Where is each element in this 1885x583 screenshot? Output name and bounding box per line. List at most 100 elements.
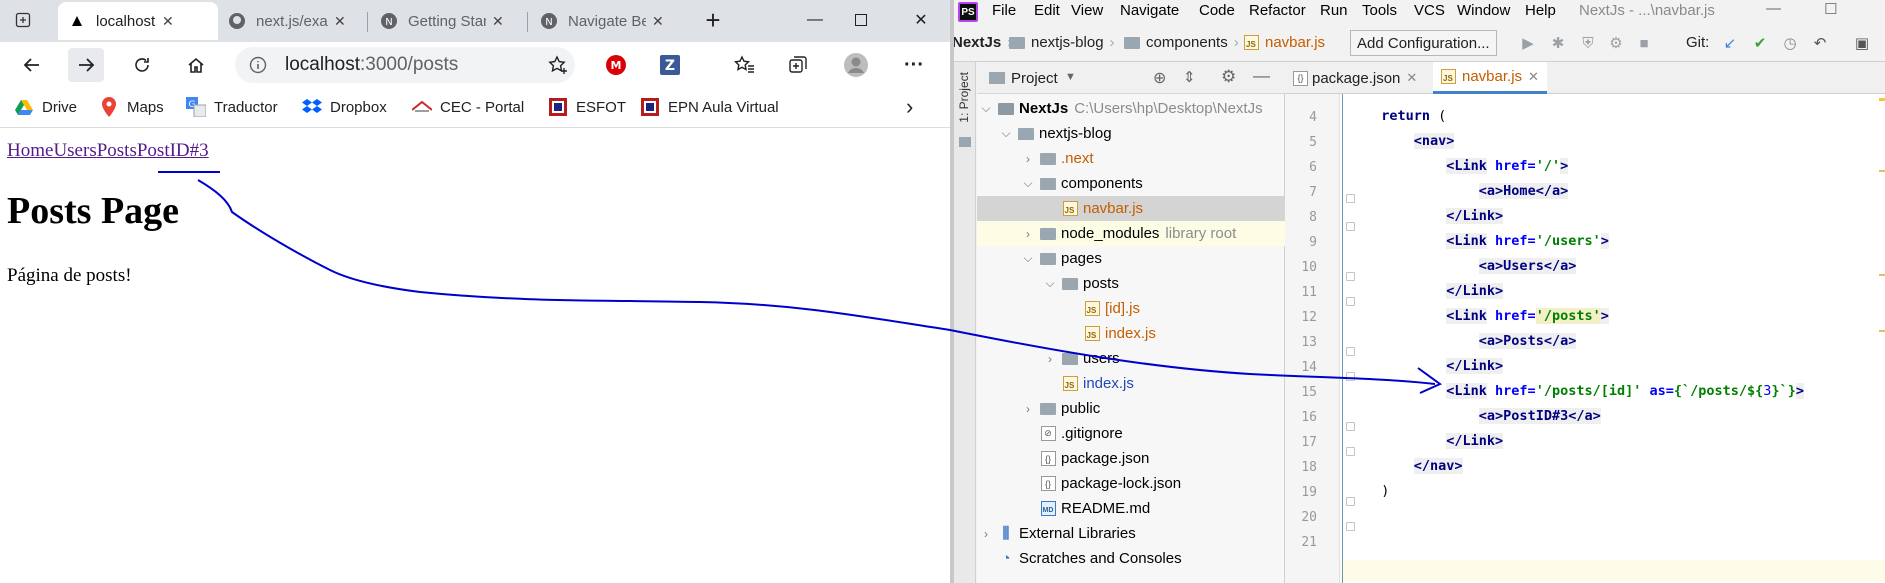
tree-item-posts-index-js[interactable]: JS index.js: [977, 321, 1285, 346]
fold-marker-icon[interactable]: [1346, 297, 1355, 306]
tree-item-navbar-js[interactable]: JS navbar.js: [977, 196, 1285, 221]
tree-item-package-json[interactable]: {} package.json: [977, 446, 1285, 471]
error-stripe-mark[interactable]: [1879, 330, 1885, 332]
home-button[interactable]: [178, 48, 214, 82]
nav-link-posts[interactable]: Posts: [97, 140, 137, 161]
mega-extension-button[interactable]: M: [598, 48, 634, 82]
menu-window[interactable]: Window: [1457, 2, 1510, 19]
zotero-extension-button[interactable]: Z: [652, 48, 688, 82]
menu-navigate[interactable]: Navigate: [1120, 2, 1179, 19]
chevron-down-icon[interactable]: ▼: [1065, 71, 1076, 83]
new-tab-button[interactable]: +: [690, 0, 736, 40]
hide-icon[interactable]: —: [1253, 66, 1270, 86]
menu-code[interactable]: Code: [1199, 2, 1235, 19]
code-editor[interactable]: {} package.json ✕ JS navbar.js ✕ return ( <n…: [1285, 62, 1885, 583]
tab-getting-started[interactable]: N Getting Started ✕: [370, 2, 528, 40]
nav-link-users[interactable]: Users: [53, 140, 96, 161]
fold-marker-icon[interactable]: [1346, 522, 1355, 531]
tree-item-scratches[interactable]: ◔ Scratches and Consoles: [977, 546, 1285, 571]
project-tool-button[interactable]: 1: Project: [957, 72, 971, 123]
run-icon[interactable]: ▶: [1518, 33, 1538, 53]
menu-edit[interactable]: Edit: [1034, 2, 1060, 19]
close-window-icon[interactable]: ✕: [898, 0, 944, 40]
fold-marker-icon[interactable]: [1346, 347, 1355, 356]
breadcrumb-nextjs-blog[interactable]: nextjs-blog ›: [1009, 34, 1115, 51]
bookmark-traductor[interactable]: G Traductor: [186, 97, 278, 117]
tree-item-gitignore[interactable]: ⊘ .gitignore: [977, 421, 1285, 446]
menu-view[interactable]: View: [1071, 2, 1103, 19]
tab-navigate-between-pages[interactable]: N Navigate Between Pages ✕: [530, 2, 688, 40]
breadcrumb-root[interactable]: NextJs›: [954, 34, 1012, 51]
bookmark-maps[interactable]: Maps: [99, 97, 164, 117]
collections-button[interactable]: [780, 48, 816, 82]
menu-help[interactable]: Help: [1525, 2, 1556, 19]
editor-tab-package-json[interactable]: {} package.json ✕: [1285, 62, 1425, 94]
tree-item-nextjs-blog[interactable]: ⌵ nextjs-blog: [977, 121, 1285, 146]
debug-icon[interactable]: ✱: [1548, 33, 1568, 53]
coverage-icon[interactable]: ⛨: [1578, 33, 1598, 53]
fold-marker-icon[interactable]: [1346, 222, 1355, 231]
minimize-icon[interactable]: —: [792, 0, 838, 40]
tree-item-nextjs[interactable]: ⌵ NextJs C:\Users\hp\Desktop\NextJs: [977, 96, 1285, 121]
breadcrumb-navbar[interactable]: JS navbar.js: [1244, 34, 1325, 51]
tree-item-readme[interactable]: MD README.md: [977, 496, 1285, 521]
rollback-icon[interactable]: ↶: [1810, 33, 1830, 53]
tree-item-package-lock-json[interactable]: {} package-lock.json: [977, 471, 1285, 496]
add-configuration-button[interactable]: Add Configuration...: [1350, 30, 1497, 56]
locate-icon[interactable]: ⊕: [1153, 68, 1166, 88]
close-icon[interactable]: ✕: [652, 13, 664, 30]
add-favorite-button[interactable]: [540, 48, 576, 82]
tree-item-pages[interactable]: ⌵ pages: [977, 246, 1285, 271]
profile-button[interactable]: [838, 48, 874, 82]
tree-item-users[interactable]: › users: [977, 346, 1285, 371]
tree-item-pages-index-js[interactable]: JS index.js: [977, 371, 1285, 396]
stop-icon[interactable]: ■: [1634, 33, 1654, 53]
git-commit-icon[interactable]: ✔: [1750, 33, 1770, 53]
fold-marker-icon[interactable]: [1346, 372, 1355, 381]
layout-icon[interactable]: ▣: [1852, 33, 1872, 53]
tree-item-node-modules[interactable]: › node_modules library root: [977, 221, 1285, 246]
breadcrumb-components[interactable]: components ›: [1124, 34, 1239, 51]
fold-marker-icon[interactable]: [1346, 272, 1355, 281]
tree-item-components[interactable]: ⌵ components: [977, 171, 1285, 196]
menu-file[interactable]: File: [992, 2, 1016, 19]
menu-run[interactable]: Run: [1320, 2, 1348, 19]
error-stripe-mark[interactable]: [1879, 170, 1885, 172]
tree-item-external-libraries[interactable]: › ⫼ External Libraries: [977, 521, 1285, 546]
maximize-icon[interactable]: ☐: [1824, 0, 1837, 18]
git-history-icon[interactable]: ◷: [1780, 33, 1800, 53]
info-icon[interactable]: [249, 56, 271, 74]
bookmark-drive[interactable]: Drive: [14, 97, 77, 117]
menu-refactor[interactable]: Refactor: [1249, 2, 1306, 19]
collapse-all-icon[interactable]: ⇕: [1183, 68, 1196, 86]
reload-button[interactable]: [124, 48, 160, 82]
structure-icon[interactable]: [959, 137, 971, 147]
forward-button[interactable]: [68, 48, 104, 82]
bookmark-cec-portal[interactable]: CEC - Portal: [412, 97, 524, 117]
tree-item-posts[interactable]: ⌵ posts: [977, 271, 1285, 296]
tree-item-next[interactable]: › .next: [977, 146, 1285, 171]
nav-link-home[interactable]: Home: [7, 140, 53, 161]
tab-nextjs-examples[interactable]: next.js/examples ✕: [218, 2, 368, 40]
project-panel-title[interactable]: Project: [1011, 70, 1058, 87]
chevron-right-icon[interactable]: ›: [906, 94, 913, 120]
tree-item-public[interactable]: › public: [977, 396, 1285, 421]
minimize-icon[interactable]: —: [1766, 0, 1781, 17]
fold-marker-icon[interactable]: [1346, 422, 1355, 431]
profiler-icon[interactable]: ⚙: [1606, 33, 1626, 53]
gear-icon[interactable]: ⚙: [1221, 67, 1236, 87]
git-update-icon[interactable]: ↙: [1720, 33, 1740, 53]
close-icon[interactable]: ✕: [334, 13, 346, 30]
more-options-icon[interactable]: ···: [896, 48, 932, 82]
maximize-icon[interactable]: [838, 0, 884, 40]
fold-marker-icon[interactable]: [1346, 194, 1355, 203]
fold-marker-icon[interactable]: [1346, 497, 1355, 506]
menu-vcs[interactable]: VCS: [1414, 2, 1445, 19]
nav-link-postid[interactable]: PostID#3: [137, 140, 209, 161]
close-icon[interactable]: ✕: [162, 13, 174, 30]
tree-item-id-js[interactable]: JS [id].js: [977, 296, 1285, 321]
bookmark-esfot[interactable]: ESFOT: [548, 97, 626, 117]
address-bar[interactable]: localhost:3000/posts: [235, 47, 575, 83]
back-button[interactable]: [14, 48, 50, 82]
error-stripe-mark[interactable]: [1879, 274, 1885, 276]
